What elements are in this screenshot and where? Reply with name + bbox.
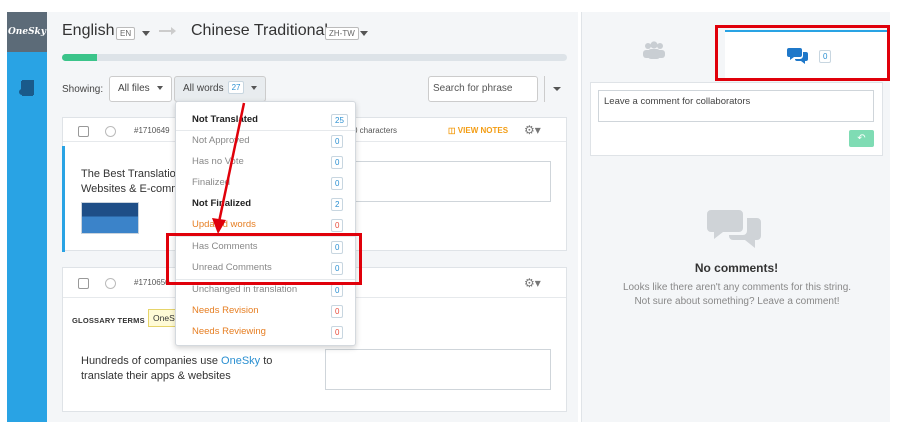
annotation-arrow [212,102,246,234]
translation-editor: OneSky English EN Chinese Traditional ZH… [0,0,903,432]
